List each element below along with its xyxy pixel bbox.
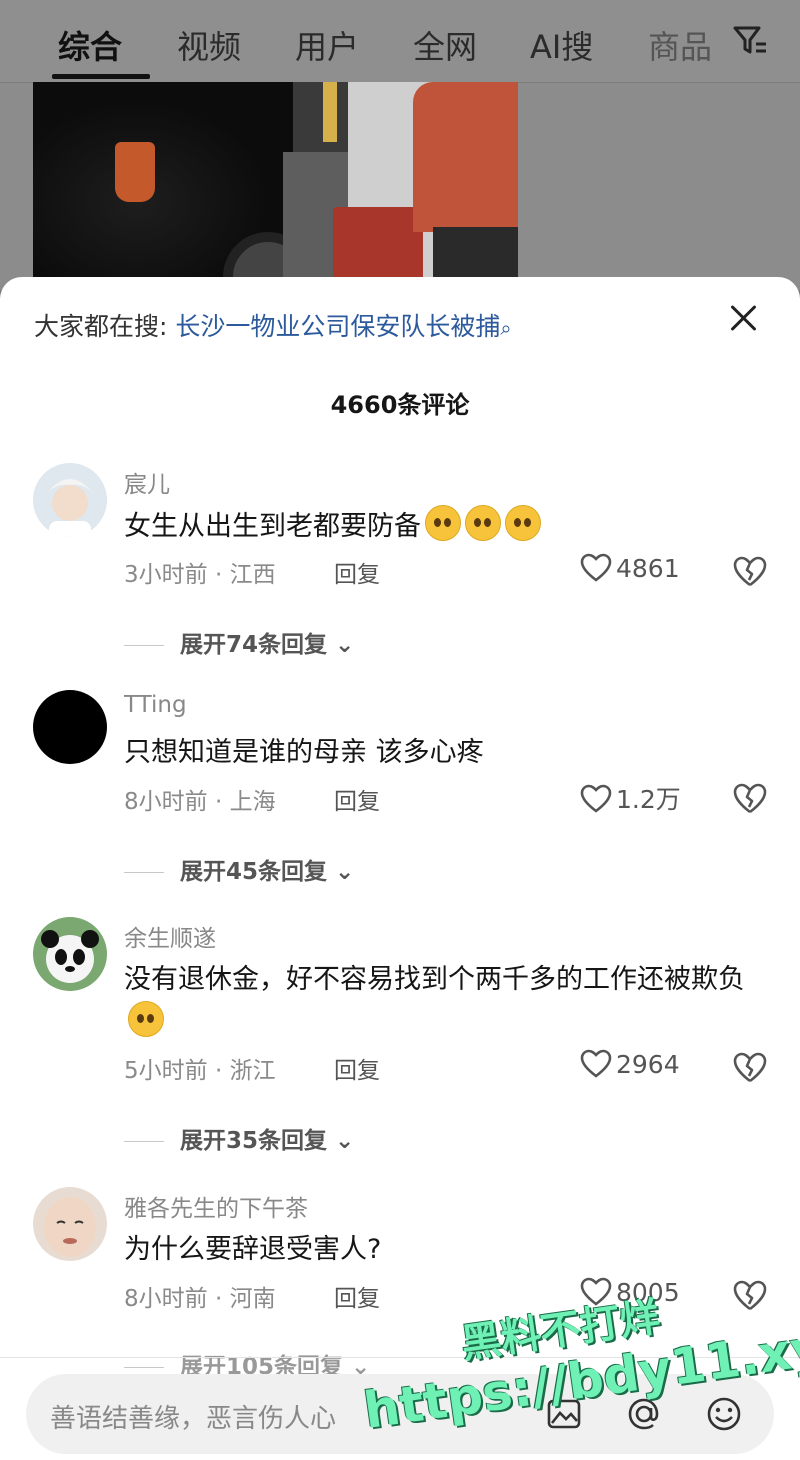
broken-heart-icon[interactable]: [732, 1051, 768, 1085]
filter-icon[interactable]: [732, 24, 768, 58]
comment-meta: 8小时前 · 上海: [124, 789, 276, 815]
tab-video[interactable]: 视频: [177, 22, 241, 68]
video-thumbnail[interactable]: [33, 82, 518, 282]
comment-item: 宸儿 女生从出生到老都要防备 3小时前 · 江西 回复 4861 展开74条回复…: [0, 463, 800, 693]
avatar[interactable]: [33, 690, 107, 764]
reply-button[interactable]: 回复: [334, 782, 380, 816]
hot-search-prefix: 大家都在搜:: [34, 312, 168, 341]
search-tabs: 综合 视频 用户 全网 AI搜 商品: [0, 0, 800, 83]
heart-icon: [580, 1049, 612, 1078]
username[interactable]: TTing: [124, 692, 187, 718]
like-button[interactable]: 1.2万: [580, 780, 681, 816]
broken-heart-icon[interactable]: [732, 782, 768, 816]
tab-ai-search[interactable]: AI搜: [530, 22, 593, 68]
hot-search-link[interactable]: 长沙一物业公司保安队长被捕: [175, 312, 500, 341]
like-count: 1.2万: [616, 785, 681, 814]
crying-emoji-icon: [425, 505, 461, 541]
avatar[interactable]: [33, 1187, 107, 1261]
comment-sheet: 大家都在搜: 长沙一物业公司保安队长被捕⌕ 4660条评论 宸儿 女生从出生到老…: [0, 277, 800, 1460]
expand-replies[interactable]: 展开35条回复 ⌄: [124, 1121, 354, 1155]
expand-replies[interactable]: 展开45条回复 ⌄: [124, 852, 354, 886]
chevron-down-icon: ⌄: [327, 1128, 355, 1154]
comment-meta: 8小时前 · 河南: [124, 1286, 276, 1312]
reply-button[interactable]: 回复: [334, 1279, 380, 1313]
chevron-down-icon: ⌄: [327, 859, 355, 885]
comment-item: 余生顺遂 没有退休金，好不容易找到个两千多的工作还被欺负 5小时前 · 浙江 回…: [0, 917, 800, 1177]
tab-comprehensive[interactable]: 综合: [58, 22, 122, 68]
chevron-down-icon: ⌄: [327, 632, 355, 658]
close-button[interactable]: [724, 299, 762, 337]
tab-goods[interactable]: 商品: [648, 22, 712, 68]
tab-web[interactable]: 全网: [413, 22, 477, 68]
username[interactable]: 余生顺遂: [124, 919, 216, 953]
comment-text: 只想知道是谁的母亲 该多心疼: [124, 737, 484, 768]
comment-text: 没有退休金，好不容易找到个两千多的工作还被欺负: [124, 959, 764, 1044]
hot-search-row[interactable]: 大家都在搜: 长沙一物业公司保安队长被捕⌕: [34, 307, 512, 343]
heart-icon: [580, 784, 612, 813]
comment-item: TTing 只想知道是谁的母亲 该多心疼 8小时前 · 上海 回复 1.2万 展…: [0, 690, 800, 920]
heart-icon: [580, 553, 612, 582]
avatar[interactable]: [33, 917, 107, 991]
comment-input[interactable]: 善语结善缘，恶言伤人心: [50, 1398, 336, 1435]
tab-user[interactable]: 用户: [295, 22, 359, 68]
reply-button[interactable]: 回复: [334, 1051, 380, 1085]
like-button[interactable]: 2964: [580, 1049, 680, 1079]
comment-text: 女生从出生到老都要防备: [124, 505, 764, 548]
comment-meta: 3小时前 · 江西: [124, 562, 276, 588]
comment-count: 4660条评论: [330, 391, 470, 419]
avatar[interactable]: [33, 463, 107, 537]
pleading-emoji-icon: [128, 1001, 164, 1037]
crying-emoji-icon: [505, 505, 541, 541]
expand-replies[interactable]: 展开74条回复 ⌄: [124, 625, 354, 659]
crying-emoji-icon: [465, 505, 501, 541]
like-button[interactable]: 4861: [580, 553, 680, 583]
broken-heart-icon[interactable]: [732, 1279, 768, 1313]
broken-heart-icon[interactable]: [732, 555, 768, 589]
comment-meta: 5小时前 · 浙江: [124, 1058, 276, 1084]
emoji-icon[interactable]: [704, 1394, 744, 1434]
active-tab-indicator: [52, 74, 150, 79]
like-count: 2964: [616, 1050, 680, 1079]
username[interactable]: 宸儿: [124, 465, 170, 499]
comment-text: 为什么要辞退受害人?: [124, 1234, 382, 1265]
like-count: 4861: [616, 554, 680, 583]
username[interactable]: 雅各先生的下午茶: [124, 1189, 308, 1223]
background-page: 综合 视频 用户 全网 AI搜 商品: [0, 0, 800, 290]
search-icon: ⌕: [500, 316, 512, 340]
reply-button[interactable]: 回复: [334, 555, 380, 589]
